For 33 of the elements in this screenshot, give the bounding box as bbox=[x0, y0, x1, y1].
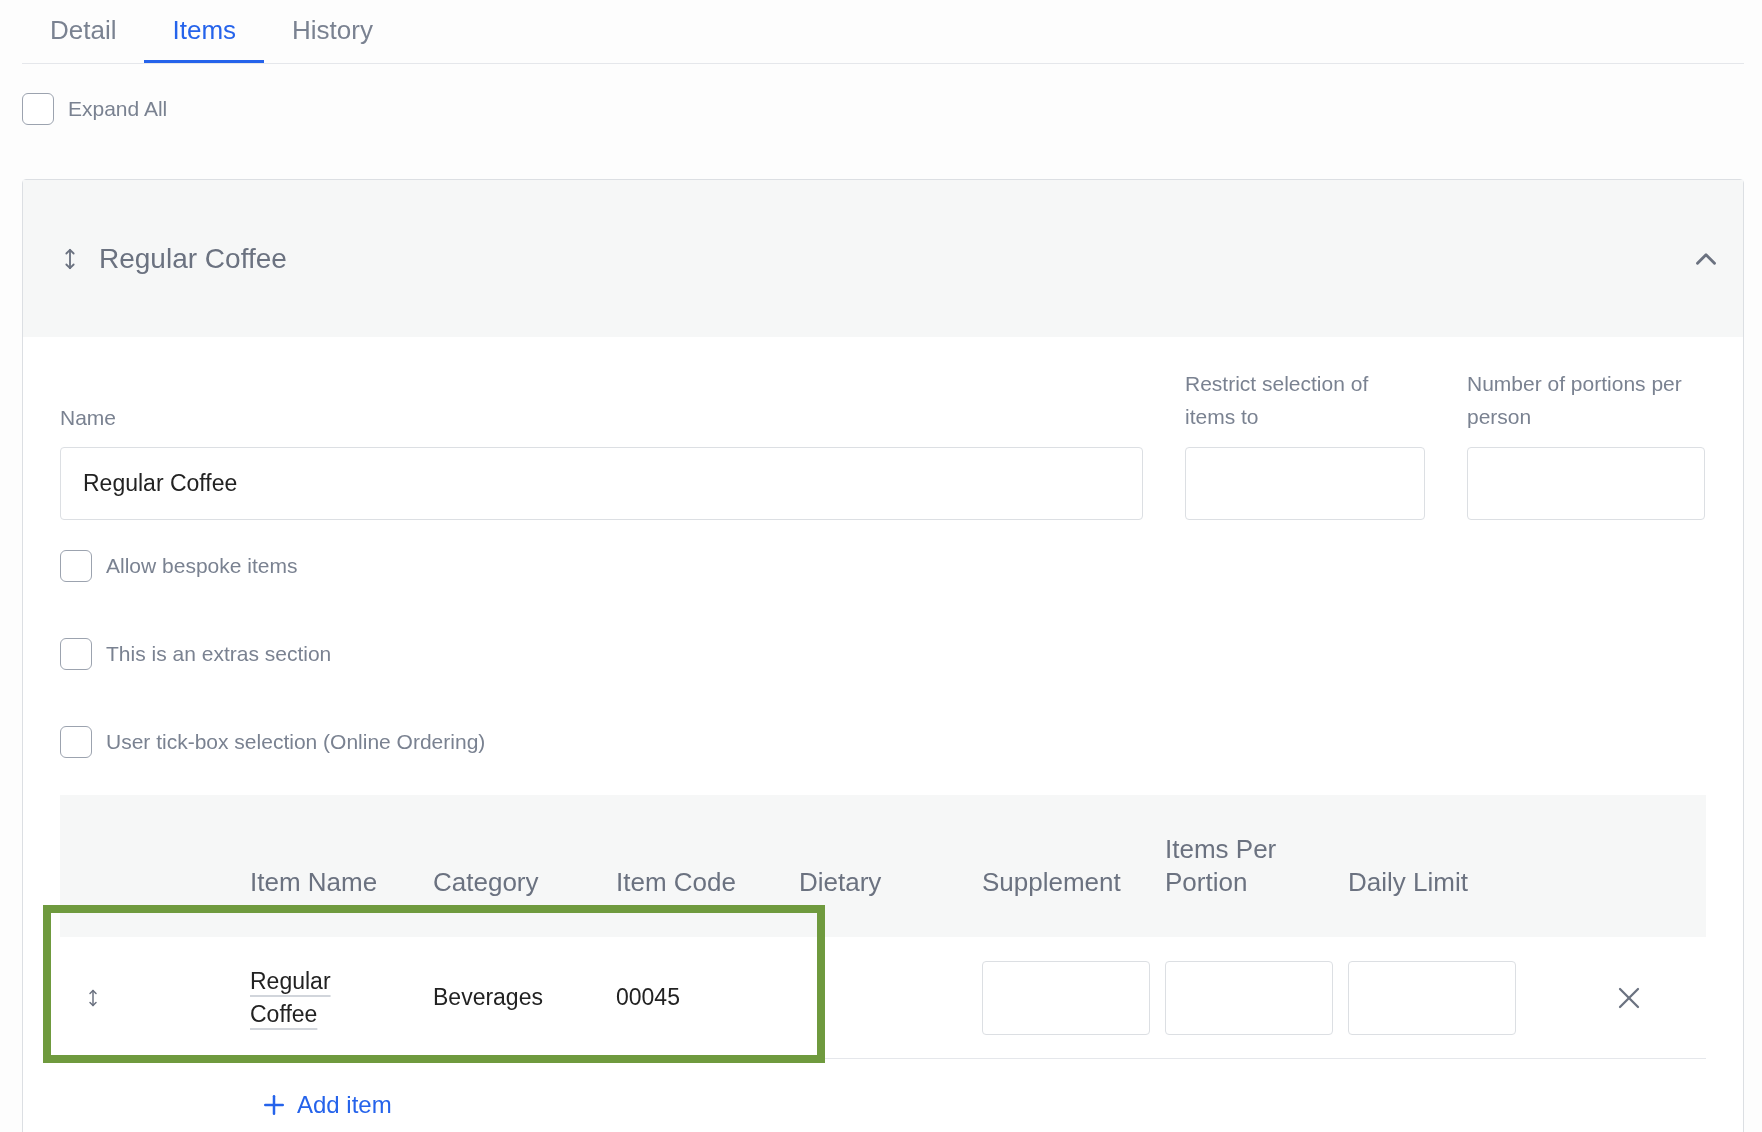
checkbox[interactable] bbox=[60, 550, 92, 582]
checkbox[interactable] bbox=[22, 93, 54, 125]
field-label: Restrict selection of items to bbox=[1185, 371, 1370, 430]
column-header: Item Code bbox=[616, 866, 737, 899]
item-name-link[interactable]: Regular Coffee bbox=[250, 964, 350, 1031]
tab[interactable]: Items bbox=[144, 0, 265, 63]
column-header: Dietary bbox=[799, 866, 883, 899]
restrict-input[interactable] bbox=[1185, 447, 1425, 520]
checkbox-label: Expand All bbox=[68, 96, 168, 123]
table-cell-text: Beverages bbox=[433, 983, 544, 1013]
field-label: Number of portions per person bbox=[1467, 371, 1683, 430]
checkbox-label: User tick-box selection (Online Ordering) bbox=[106, 729, 486, 756]
checkbox-label: This is an extras section bbox=[106, 641, 332, 668]
column-header: Category bbox=[433, 866, 540, 899]
daily-limit-input[interactable] bbox=[1348, 960, 1516, 1035]
items-per-portion-input[interactable] bbox=[1165, 960, 1333, 1035]
section-header[interactable]: Regular Coffee bbox=[23, 180, 1743, 337]
checkbox[interactable] bbox=[60, 726, 92, 758]
add-item-button[interactable]: Add item bbox=[259, 1087, 392, 1123]
column-header: Item Name bbox=[250, 866, 379, 899]
supplement-input[interactable] bbox=[982, 960, 1150, 1035]
checkbox-label: Allow bespoke items bbox=[106, 553, 298, 580]
portions-input[interactable] bbox=[1467, 447, 1705, 520]
column-header: Supplement bbox=[982, 866, 1122, 899]
section-title: Regular Coffee bbox=[99, 241, 288, 276]
tab[interactable]: History bbox=[264, 0, 401, 63]
field-label: Name bbox=[60, 404, 118, 431]
name-input[interactable]: Regular Coffee bbox=[60, 447, 1143, 520]
tab[interactable]: Detail bbox=[22, 0, 145, 63]
column-header: Items Per Portion bbox=[1165, 833, 1278, 899]
checkbox[interactable] bbox=[60, 638, 92, 670]
column-header: Daily Limit bbox=[1348, 866, 1469, 899]
table-cell-text: 00045 bbox=[616, 983, 681, 1013]
